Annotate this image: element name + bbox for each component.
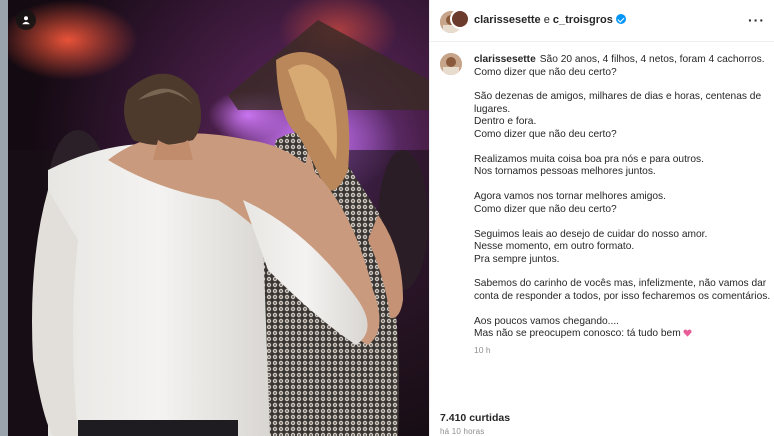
caption-author-username[interactable]: clarissesette <box>474 54 536 65</box>
couple-photo-illustration <box>8 0 429 436</box>
tagged-users-button[interactable] <box>16 10 36 30</box>
post-header: clarissesette e c_troisgros ··· <box>430 0 774 42</box>
caption-paragraph-4: Agora vamos nos tornar melhores amigos. … <box>474 191 666 215</box>
coauthor-avatar[interactable] <box>450 9 470 29</box>
more-options-icon[interactable]: ··· <box>748 13 765 27</box>
instagram-post-modal: clarissesette e c_troisgros ··· clarisse… <box>0 0 774 436</box>
person-icon <box>22 16 30 25</box>
author-username[interactable]: clarissesette <box>474 14 541 26</box>
likes-count[interactable]: 7.410 curtidas <box>440 412 510 424</box>
caption-timestamp[interactable]: 10 h <box>474 344 774 357</box>
post-footer: 7.410 curtidas há 10 horas <box>430 400 774 436</box>
caption-paragraph-3: Realizamos muita coisa boa pra nós e par… <box>474 153 704 178</box>
caption-paragraph-1: clarissesette São 20 anos, 4 filhos, 4 ne… <box>474 54 774 79</box>
verified-badge-icon <box>615 14 626 24</box>
heart-icon <box>683 329 692 337</box>
avatar-photo <box>440 53 462 75</box>
posted-time[interactable]: há 10 horas <box>440 427 484 436</box>
post-photo[interactable] <box>8 0 429 436</box>
caption-paragraph-5: Seguimos leais ao desejo de cuidar do no… <box>474 228 708 265</box>
caption-paragraph-6: Sabemos do carinho de vocês mas, infeliz… <box>474 278 771 302</box>
caption-paragraph-7: Aos poucos vamos chegando.... Mas não se… <box>474 316 774 341</box>
caption-author-avatar[interactable] <box>440 53 462 75</box>
caption-closing-text: Aos poucos vamos chegando.... Mas não se… <box>474 315 681 340</box>
page-backdrop <box>0 0 8 436</box>
authors-connector: e <box>540 14 553 26</box>
post-details-panel: clarissesette e c_troisgros ··· clarisse… <box>429 0 774 436</box>
caption-body: clarissesette São 20 anos, 4 filhos, 4 ne… <box>474 54 774 356</box>
coauthor-username[interactable]: c_troisgros <box>553 14 613 26</box>
caption-paragraph-2: São dezenas de amigos, milhares de dias … <box>474 91 762 140</box>
post-authors: clarissesette e c_troisgros <box>474 14 626 26</box>
